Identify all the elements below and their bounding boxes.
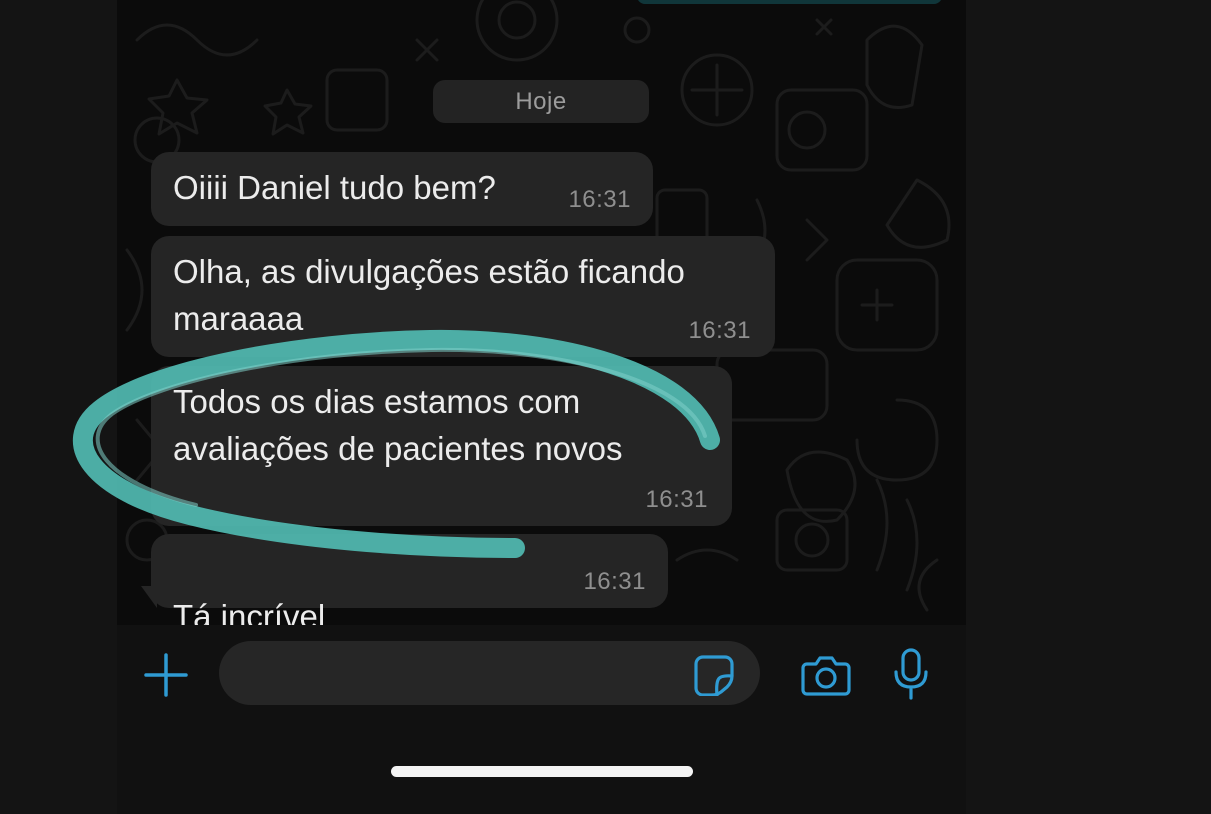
- home-indicator[interactable]: [391, 766, 693, 777]
- message-timestamp: 16:31: [688, 317, 751, 344]
- message-text: Tá incrível: [173, 546, 341, 625]
- previous-outgoing-bubble: [637, 0, 942, 4]
- plus-icon[interactable]: [143, 652, 189, 698]
- message-timestamp: 16:31: [645, 486, 708, 513]
- message-text: Todos os dias estamos com avaliações de …: [173, 383, 623, 467]
- message-bubble[interactable]: Olha, as divulgações estão ficando maraa…: [151, 236, 775, 357]
- message-text: Olha, as divulgações estão ficando maraa…: [173, 253, 685, 337]
- sticker-icon[interactable]: [693, 654, 735, 696]
- camera-icon[interactable]: [801, 652, 851, 698]
- message-bubble[interactable]: Todos os dias estamos com avaliações de …: [151, 366, 732, 526]
- chat-area[interactable]: Hoje Oiiii Daniel tudo bem? 16:31 Olha, …: [117, 0, 966, 625]
- message-timestamp: 16:31: [568, 186, 631, 213]
- date-divider: Hoje: [433, 80, 649, 123]
- message-bubble[interactable]: Tá incrível 16:31: [151, 534, 668, 625]
- message-text-content: Tá incrível: [173, 598, 326, 625]
- bubble-tail: [141, 586, 157, 608]
- message-input[interactable]: [219, 641, 760, 705]
- microphone-icon[interactable]: [893, 648, 929, 700]
- message-text: Oiiii Daniel tudo bem?: [173, 169, 496, 206]
- whatsapp-screen: Hoje Oiiii Daniel tudo bem? 16:31 Olha, …: [117, 0, 966, 814]
- message-bubble[interactable]: Oiiii Daniel tudo bem? 16:31: [151, 152, 653, 226]
- message-timestamp: 16:31: [583, 568, 646, 595]
